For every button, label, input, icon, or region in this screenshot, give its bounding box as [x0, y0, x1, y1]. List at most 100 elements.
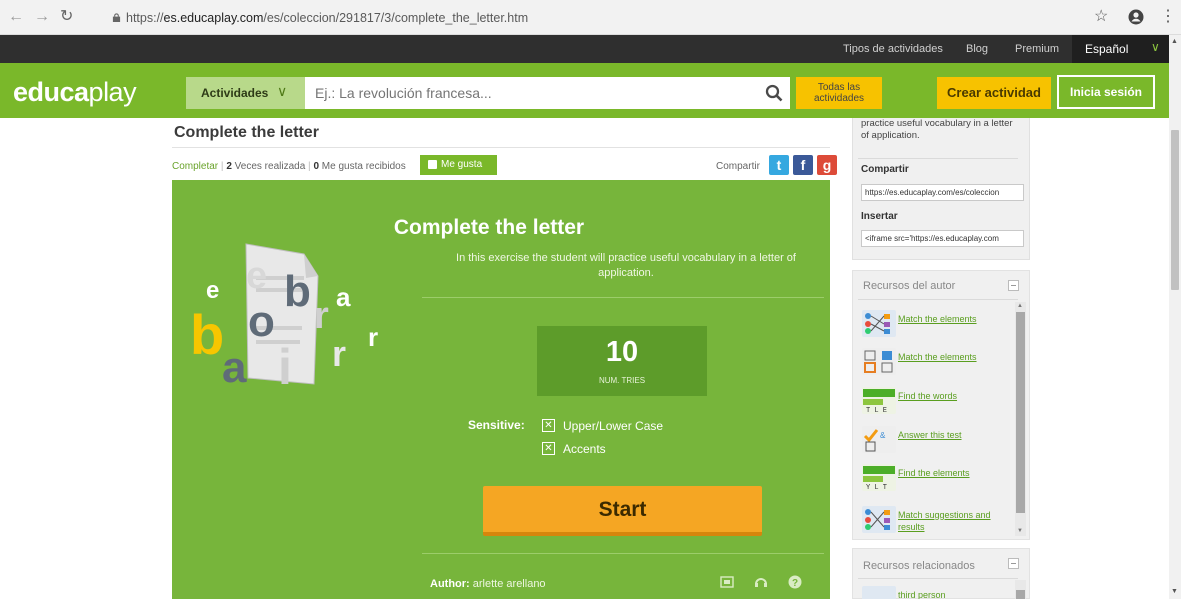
author-resources-heading: Recursos del autor: [863, 280, 956, 292]
match-activity-icon: [862, 310, 896, 337]
resource-link[interactable]: Find the elements: [898, 467, 1008, 479]
browser-menu-icon[interactable]: ⋮: [1160, 8, 1176, 26]
likes-count: 0: [313, 161, 319, 172]
all-activities-button[interactable]: Todas las actividades: [796, 77, 882, 109]
page-title: Complete the letter: [174, 124, 319, 141]
collapse-icon[interactable]: [1008, 280, 1019, 291]
top-nav-bar: Tipos de actividades Blog Premium Españo…: [0, 35, 1169, 63]
resource-item[interactable]: Match the elements: [862, 346, 1012, 378]
activities-label: Actividades: [201, 86, 269, 100]
activity-type-link[interactable]: Completar: [172, 161, 218, 172]
resource-link[interactable]: Find the words: [898, 390, 1008, 402]
activity-title: Complete the letter: [393, 216, 585, 239]
start-button[interactable]: Start: [483, 486, 762, 536]
url-prefix: https://: [126, 11, 164, 25]
top-link-premium[interactable]: Premium: [1015, 43, 1059, 55]
share-heading: Compartir: [861, 164, 909, 175]
word-search-icon: T L E: [862, 387, 896, 414]
help-icon[interactable]: ?: [788, 575, 802, 589]
resource-item[interactable]: & Answer this test: [862, 424, 1012, 456]
browser-toolbar: ← → ↻ https://es.educaplay.com/es/colecc…: [0, 0, 1181, 35]
page-scroll-thumb[interactable]: [1171, 130, 1179, 290]
letters-illustration-icon: e b e a o r b a i r r: [190, 243, 378, 386]
chevron-down-icon: ∨: [277, 83, 288, 99]
embed-heading: Insertar: [861, 211, 898, 222]
language-label: Español: [1085, 42, 1129, 56]
resource-link[interactable]: Answer this test: [898, 429, 1008, 441]
author-info: Author: arlette arellano: [430, 578, 546, 590]
case-option-label: Upper/Lower Case: [563, 419, 664, 433]
sidebar-description: practice useful vocabulary in a letter o…: [861, 118, 1013, 141]
resource-item[interactable]: Y L T Find the elements: [862, 462, 1012, 494]
divider: [172, 147, 830, 148]
svg-text:i: i: [278, 339, 292, 386]
page-scrollbar[interactable]: [1169, 35, 1181, 599]
site-header: educaplay Actividades ∨ Todas las activi…: [0, 63, 1169, 118]
tries-value: 10: [605, 336, 639, 368]
profile-icon[interactable]: [1128, 9, 1144, 25]
divider: [858, 578, 1018, 579]
divider: [858, 299, 1018, 300]
language-selector[interactable]: Español ∨: [1072, 35, 1169, 63]
case-checkbox[interactable]: ✕: [542, 419, 555, 432]
resources-scroll-thumb[interactable]: [1016, 312, 1025, 513]
activities-dropdown[interactable]: Actividades ∨: [186, 77, 305, 109]
fullscreen-icon[interactable]: [720, 575, 734, 589]
facebook-icon[interactable]: f: [793, 155, 813, 175]
svg-text:e: e: [246, 255, 267, 297]
resource-item[interactable]: Match suggestions and results: [862, 504, 1012, 540]
collapse-icon[interactable]: [1008, 558, 1019, 569]
resource-link[interactable]: Match the elements: [898, 351, 1008, 363]
like-button[interactable]: Me gusta: [420, 155, 497, 175]
match-activity-icon: [862, 506, 896, 533]
resource-link[interactable]: Match suggestions and results: [898, 509, 1008, 533]
url-host: es.educaplay.com: [163, 11, 264, 25]
divider: [422, 297, 824, 298]
search-input[interactable]: [305, 77, 790, 109]
scroll-down-icon[interactable]: ▼: [1171, 588, 1178, 595]
address-bar[interactable]: https://es.educaplay.com/es/coleccion/29…: [108, 6, 1068, 30]
svg-text:r: r: [314, 295, 329, 337]
resource-item[interactable]: third person: [862, 584, 1012, 599]
top-link-tipos[interactable]: Tipos de actividades: [843, 43, 943, 55]
educaplay-logo[interactable]: educaplay: [13, 77, 137, 108]
resource-link[interactable]: third person: [898, 589, 1008, 599]
accents-checkbox[interactable]: ✕: [542, 442, 555, 455]
svg-text:Y L T: Y L T: [866, 484, 887, 491]
match-activity-icon: [862, 348, 896, 375]
forward-icon[interactable]: →: [34, 9, 50, 25]
scroll-up-icon[interactable]: ▲: [1017, 303, 1023, 309]
create-activity-button[interactable]: Crear actividad: [937, 77, 1051, 109]
login-button[interactable]: Inicia sesión: [1057, 75, 1155, 109]
sensitive-label: Sensitive:: [468, 418, 525, 432]
svg-text:o: o: [248, 297, 275, 346]
bookmark-star-icon[interactable]: ☆: [1094, 8, 1108, 26]
author-name[interactable]: arlette arellano: [473, 578, 546, 590]
like-label: Me gusta: [441, 159, 483, 170]
find-elements-icon: Y L T: [862, 464, 896, 491]
svg-text:?: ?: [792, 578, 798, 589]
thumbs-up-icon: [428, 160, 437, 169]
scroll-up-icon[interactable]: ▲: [1171, 38, 1178, 45]
svg-text:a: a: [336, 282, 351, 312]
resource-item[interactable]: T L E Find the words: [862, 385, 1012, 417]
twitter-icon[interactable]: t: [769, 155, 789, 175]
related-scroll-thumb[interactable]: [1016, 590, 1025, 599]
svg-text:r: r: [332, 333, 346, 374]
top-link-blog[interactable]: Blog: [966, 43, 988, 55]
author-label: Author:: [430, 578, 470, 590]
google-plus-icon[interactable]: g: [817, 155, 837, 175]
back-icon[interactable]: ←: [8, 9, 24, 25]
embed-code-field[interactable]: <iframe src='https://es.educaplay.com: [861, 230, 1024, 247]
likes-label: Me gusta recibidos: [321, 161, 406, 172]
resource-link[interactable]: Match the elements: [898, 313, 1008, 325]
scroll-down-icon[interactable]: ▼: [1017, 528, 1023, 534]
reload-icon[interactable]: ↻: [60, 9, 73, 25]
resource-item[interactable]: Match the elements: [862, 308, 1012, 340]
activity-meta: Completar | 2 Veces realizada | 0 Me gus…: [172, 161, 406, 172]
share-url-field[interactable]: https://es.educaplay.com/es/coleccion: [861, 184, 1024, 201]
search-icon[interactable]: [765, 84, 783, 102]
times-label: Veces realizada: [234, 161, 306, 172]
svg-text:r: r: [368, 322, 378, 352]
sound-icon[interactable]: [754, 575, 768, 589]
